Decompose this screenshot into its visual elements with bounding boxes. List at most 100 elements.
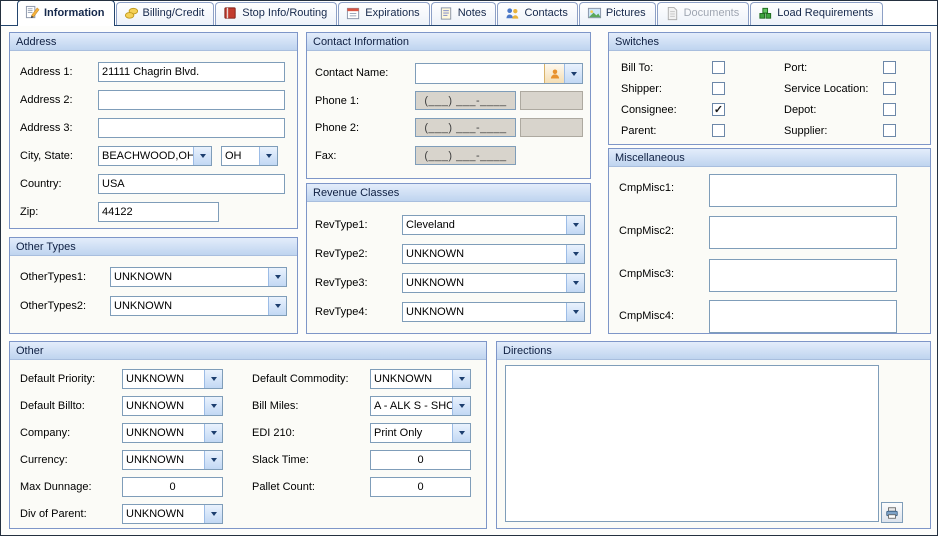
company-label: Company: bbox=[20, 427, 70, 439]
country-input[interactable] bbox=[98, 174, 285, 194]
tab-information[interactable]: Information bbox=[17, 0, 115, 26]
print-button[interactable] bbox=[881, 502, 903, 523]
contact-name-dropdown-button[interactable] bbox=[564, 64, 582, 83]
supplier-label: Supplier: bbox=[784, 125, 827, 137]
depot-checkbox[interactable] bbox=[883, 103, 896, 116]
service-location-checkbox[interactable] bbox=[883, 82, 896, 95]
revtype1-dropdown-button[interactable] bbox=[566, 216, 584, 234]
currency-dropdown-button[interactable] bbox=[204, 451, 222, 469]
default-priority-label: Default Priority: bbox=[20, 373, 95, 385]
revtype1-combobox[interactable]: Cleveland bbox=[402, 215, 585, 235]
tab-documents[interactable]: Documents bbox=[657, 2, 750, 25]
supplier-checkbox[interactable] bbox=[883, 124, 896, 137]
othertypes1-combobox[interactable]: UNKNOWN bbox=[110, 267, 287, 287]
tab-pictures[interactable]: Pictures bbox=[579, 2, 656, 25]
currency-combobox[interactable]: UNKNOWN bbox=[122, 450, 223, 470]
default-commodity-dropdown-button[interactable] bbox=[452, 370, 470, 388]
address-group-title: Address bbox=[16, 36, 56, 48]
tab-contacts[interactable]: Contacts bbox=[497, 2, 577, 25]
default-priority-combobox[interactable]: UNKNOWN bbox=[122, 369, 223, 389]
zip-input[interactable] bbox=[98, 202, 219, 222]
state-value: OH bbox=[222, 147, 259, 165]
directions-group-header: Directions bbox=[497, 342, 930, 360]
consignee-checkbox[interactable]: ✓ bbox=[712, 103, 725, 116]
state-dropdown-button[interactable] bbox=[259, 147, 277, 165]
cmpmisc2-input[interactable] bbox=[709, 216, 897, 249]
revtype2-combobox[interactable]: UNKNOWN bbox=[402, 244, 585, 264]
max-dunnage-input[interactable] bbox=[122, 477, 223, 497]
revtype2-label: RevType2: bbox=[315, 248, 368, 260]
edi-210-combobox[interactable]: Print Only bbox=[370, 423, 471, 443]
bill-miles-combobox[interactable]: A - ALK S - SHO bbox=[370, 396, 471, 416]
address3-label: Address 3: bbox=[20, 122, 73, 134]
other-types-group-title: Other Types bbox=[16, 241, 76, 253]
address3-input[interactable] bbox=[98, 118, 285, 138]
cmpmisc3-input[interactable] bbox=[709, 259, 897, 292]
edi-210-dropdown-button[interactable] bbox=[452, 424, 470, 442]
revtype2-dropdown-button[interactable] bbox=[566, 245, 584, 263]
miscellaneous-group-title: Miscellaneous bbox=[615, 152, 685, 164]
div-of-parent-combobox[interactable]: UNKNOWN bbox=[122, 504, 223, 524]
slack-time-input[interactable] bbox=[370, 450, 471, 470]
expirations-icon bbox=[346, 6, 361, 21]
phone2-input[interactable]: (___) ___-____ bbox=[415, 118, 516, 137]
port-checkbox[interactable] bbox=[883, 61, 896, 74]
tab-stop-info-routing[interactable]: Stop Info/Routing bbox=[215, 2, 337, 25]
state-combobox[interactable]: OH bbox=[221, 146, 278, 166]
directions-textarea[interactable] bbox=[505, 365, 879, 522]
revenue-classes-group-header: Revenue Classes bbox=[307, 184, 590, 202]
revtype1-value: Cleveland bbox=[403, 216, 566, 234]
tab-label: Pictures bbox=[606, 7, 646, 19]
company-combobox[interactable]: UNKNOWN bbox=[122, 423, 223, 443]
othertypes2-combobox[interactable]: UNKNOWN bbox=[110, 296, 287, 316]
shipper-label: Shipper: bbox=[621, 83, 662, 95]
tab-notes[interactable]: Notes bbox=[431, 2, 497, 25]
revtype3-dropdown-button[interactable] bbox=[566, 274, 584, 292]
billto-checkbox[interactable] bbox=[712, 61, 725, 74]
contact-lookup-button[interactable] bbox=[544, 64, 564, 83]
chevron-down-icon bbox=[266, 154, 272, 158]
chevron-down-icon bbox=[200, 154, 206, 158]
default-priority-dropdown-button[interactable] bbox=[204, 370, 222, 388]
revtype4-combobox[interactable]: UNKNOWN bbox=[402, 302, 585, 322]
revtype4-dropdown-button[interactable] bbox=[566, 303, 584, 321]
address1-input[interactable] bbox=[98, 62, 285, 82]
othertypes1-dropdown-button[interactable] bbox=[268, 268, 286, 286]
contact-name-combobox[interactable] bbox=[415, 63, 583, 84]
revtype3-combobox[interactable]: UNKNOWN bbox=[402, 273, 585, 293]
cmpmisc1-input[interactable] bbox=[709, 174, 897, 207]
edi-210-value: Print Only bbox=[371, 424, 452, 442]
company-dropdown-button[interactable] bbox=[204, 424, 222, 442]
miscellaneous-group: Miscellaneous CmpMisc1: CmpMisc2: CmpMis… bbox=[608, 148, 931, 334]
depot-label: Depot: bbox=[784, 104, 816, 116]
miscellaneous-group-header: Miscellaneous bbox=[609, 149, 930, 167]
tab-label: Load Requirements bbox=[777, 7, 873, 19]
othertypes2-dropdown-button[interactable] bbox=[268, 297, 286, 315]
contact-information-group: Contact Information Contact Name: Phone … bbox=[306, 32, 591, 179]
shipper-checkbox[interactable] bbox=[712, 82, 725, 95]
div-of-parent-dropdown-button[interactable] bbox=[204, 505, 222, 523]
phone2-label: Phone 2: bbox=[315, 122, 359, 134]
city-dropdown-button[interactable] bbox=[193, 147, 211, 165]
othertypes2-value: UNKNOWN bbox=[111, 297, 268, 315]
parent-checkbox[interactable] bbox=[712, 124, 725, 137]
pallet-count-input[interactable] bbox=[370, 477, 471, 497]
bill-miles-dropdown-button[interactable] bbox=[452, 397, 470, 415]
fax-input[interactable]: (___) ___-____ bbox=[415, 146, 516, 165]
default-commodity-combobox[interactable]: UNKNOWN bbox=[370, 369, 471, 389]
edi-210-label: EDI 210: bbox=[252, 427, 295, 439]
tab-label: Expirations bbox=[365, 7, 419, 19]
city-combobox[interactable]: BEACHWOOD,OH/ bbox=[98, 146, 212, 166]
phone1-input[interactable]: (___) ___-____ bbox=[415, 91, 516, 110]
default-billto-dropdown-button[interactable] bbox=[204, 397, 222, 415]
tab-expirations[interactable]: Expirations bbox=[338, 2, 429, 25]
default-priority-value: UNKNOWN bbox=[123, 370, 204, 388]
chevron-down-icon bbox=[573, 281, 579, 285]
load-requirements-icon bbox=[758, 6, 773, 21]
chevron-down-icon bbox=[459, 431, 465, 435]
default-billto-combobox[interactable]: UNKNOWN bbox=[122, 396, 223, 416]
cmpmisc4-input[interactable] bbox=[709, 300, 897, 333]
tab-load-requirements[interactable]: Load Requirements bbox=[750, 2, 883, 25]
address2-input[interactable] bbox=[98, 90, 285, 110]
tab-billing-credit[interactable]: Billing/Credit bbox=[116, 2, 215, 25]
